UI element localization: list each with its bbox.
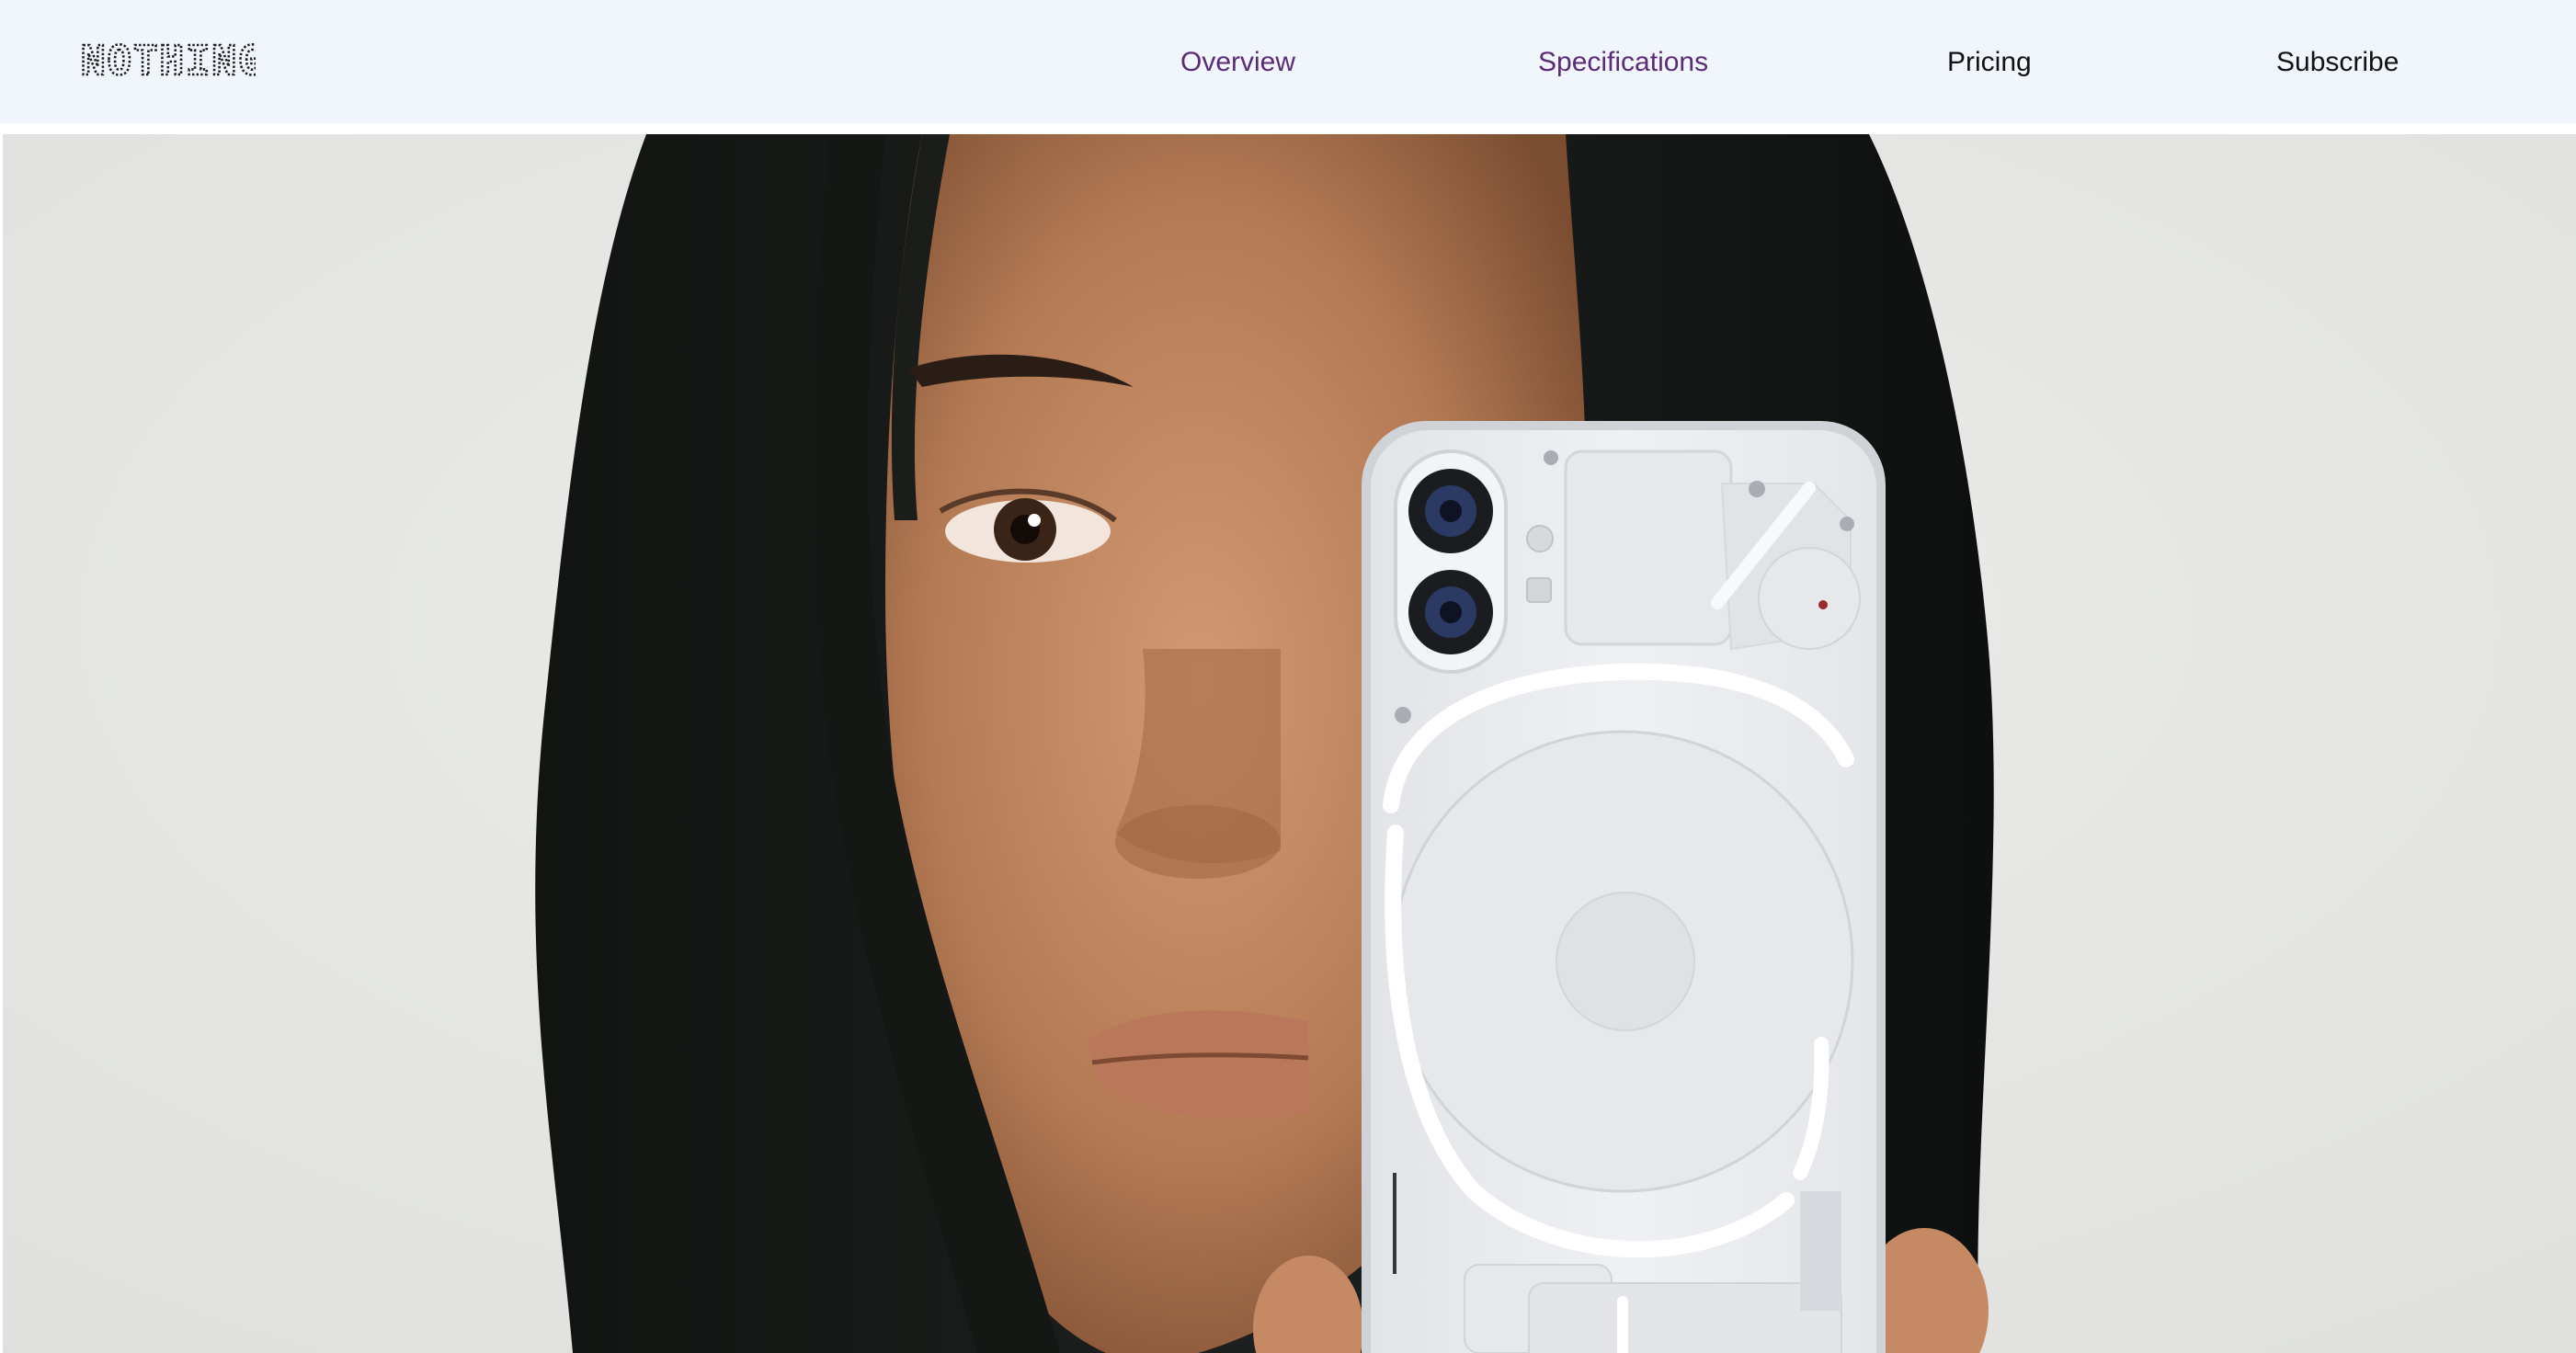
dot-matrix-logo-icon: NOTHING: [81, 40, 256, 82]
nav-subscribe-link[interactable]: Subscribe: [2276, 42, 2399, 83]
nav-specifications-link[interactable]: Specifications: [1538, 42, 1708, 83]
page: NOTHING Overview Specifications Pricing …: [0, 0, 2576, 1353]
nav-pricing-link[interactable]: Pricing: [1947, 42, 2032, 83]
svg-text:NOTHING: NOTHING: [81, 40, 256, 82]
hero-photo: [3, 134, 2576, 1353]
nav-overview-link[interactable]: Overview: [1180, 42, 1295, 83]
nothing-logo[interactable]: NOTHING: [81, 35, 265, 86]
site-header: NOTHING Overview Specifications Pricing …: [0, 0, 2576, 123]
hero-image: [3, 134, 2576, 1353]
